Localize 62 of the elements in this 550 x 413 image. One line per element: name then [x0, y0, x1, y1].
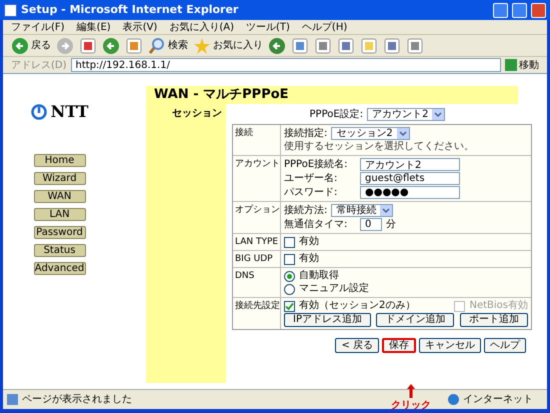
add-button[interactable]: IPアドレス追加: [284, 313, 371, 327]
input-field[interactable]: 0: [360, 218, 382, 231]
nav-button[interactable]: Status: [34, 244, 86, 257]
row-label: 接続先設定: [235, 301, 280, 311]
callout-text: クリック: [391, 399, 431, 413]
unit-label: 分: [386, 218, 396, 230]
checkbox-label: 有効（セッション2のみ）: [299, 300, 416, 312]
radio-label: マニュアル設定: [299, 283, 369, 295]
address-label: アドレス(D): [11, 58, 67, 72]
dropdown[interactable]: セッション2: [331, 127, 410, 140]
nav-button[interactable]: Advanced: [34, 262, 86, 275]
window-title: Setup - Microsoft Internet Explorer: [21, 2, 240, 18]
dropdown[interactable]: アカウント2: [367, 108, 446, 121]
menu-item[interactable]: 編集(E): [76, 20, 111, 34]
go-button[interactable]: 移動: [505, 58, 539, 72]
add-button[interactable]: ポート追加: [460, 313, 528, 327]
add-button[interactable]: ドメイン追加: [376, 313, 454, 327]
hint-text: 使用するセッションを選択してください。: [284, 141, 474, 153]
nav-button[interactable]: Home: [34, 154, 86, 167]
zone-text: インターネット: [463, 393, 534, 407]
menu-item[interactable]: 表示(V): [122, 20, 158, 34]
address-field[interactable]: http://192.168.1.1/: [70, 58, 501, 72]
menu-item[interactable]: ヘルプ(H): [302, 20, 348, 34]
input-field[interactable]: guest@flets: [360, 172, 460, 185]
row-label: LAN TYPE: [235, 237, 278, 247]
status-text: ページが表示されました: [22, 392, 133, 407]
field-label: 接続指定:: [284, 128, 328, 140]
action-button[interactable]: キャンセル: [419, 338, 481, 353]
action-button[interactable]: ヘルプ: [484, 338, 526, 353]
row-label: BIG UDP: [235, 254, 273, 264]
page-title: WAN - マルチPPPoE: [154, 86, 289, 104]
menu-item[interactable]: お気に入り(A): [169, 20, 234, 34]
logo-text: NTT: [50, 101, 88, 123]
field-label: パスワード:: [284, 186, 338, 198]
toolbar-button[interactable]: お気に入り: [193, 36, 263, 54]
section-label: セッション: [172, 107, 222, 121]
checkbox-label: NetBios有効: [469, 300, 528, 312]
checkbox-label: 有効: [299, 236, 319, 248]
nav-button[interactable]: WAN: [34, 190, 86, 203]
input-field[interactable]: ●●●●●: [360, 186, 460, 199]
radio-label: 自動取得: [299, 270, 339, 282]
menu-item[interactable]: ツール(T): [246, 20, 290, 34]
row-label: 接続: [235, 128, 253, 138]
row-label: アカウント: [235, 159, 280, 169]
field-label: PPPoE設定:: [310, 108, 364, 122]
toolbar-button[interactable]: 検索: [148, 36, 188, 54]
menu-item[interactable]: ファイル(F): [11, 20, 65, 34]
row-label: DNS: [235, 271, 254, 281]
field-label: ユーザー名:: [284, 172, 338, 184]
nav-button[interactable]: LAN: [34, 208, 86, 221]
field-label: PPPoE接続名:: [284, 158, 349, 170]
nav-button[interactable]: Wizard: [34, 172, 86, 185]
toolbar-button[interactable]: 戻る: [11, 36, 51, 54]
action-button[interactable]: 保存: [382, 338, 416, 353]
field-label: 無通信タイマ:: [284, 218, 348, 230]
checkbox-label: 有効: [299, 253, 319, 265]
dropdown[interactable]: 常時接続: [331, 204, 394, 217]
input-field[interactable]: アカウント2: [360, 158, 460, 171]
field-label: 接続方法:: [284, 204, 328, 216]
row-label: オプション: [235, 205, 280, 215]
nav-button[interactable]: Password: [34, 226, 86, 239]
action-button[interactable]: < 戻る: [335, 338, 379, 353]
